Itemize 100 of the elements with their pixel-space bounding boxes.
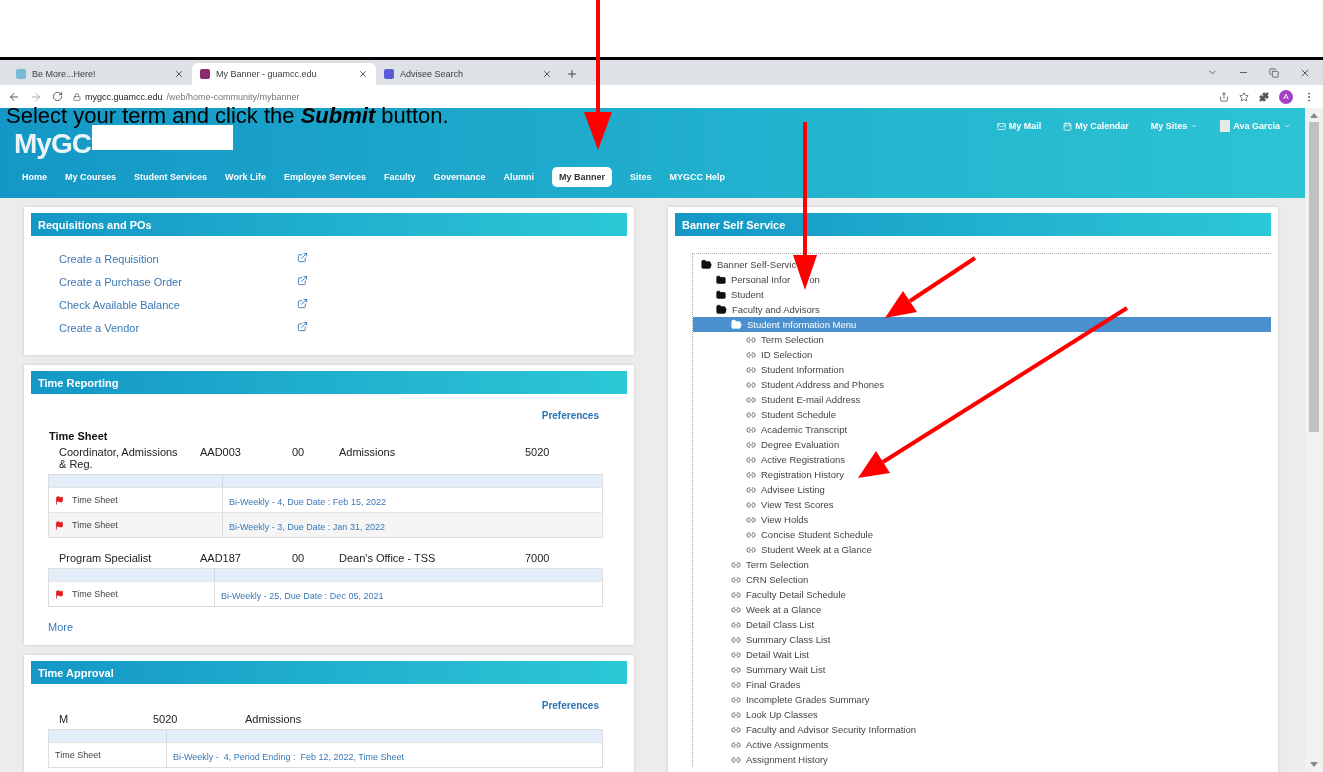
tree-label[interactable]: Concise Student Schedule xyxy=(761,529,873,540)
tree-row[interactable]: Detail Class List xyxy=(693,617,1271,632)
scroll-up-icon[interactable] xyxy=(1310,112,1318,118)
tree-row[interactable]: Look Up Classes xyxy=(693,707,1271,722)
period-link[interactable]: Bi-Weekly - 25, Due Date : Dec 05, 2021 xyxy=(215,591,384,601)
tree-row[interactable]: Academic Transcript xyxy=(693,422,1271,437)
nav-item[interactable]: My Banner xyxy=(552,167,613,187)
close-icon[interactable] xyxy=(542,69,552,79)
tree-row[interactable]: Student xyxy=(693,287,1271,302)
external-link-icon[interactable] xyxy=(297,298,308,309)
tree-label[interactable]: ID Selection xyxy=(761,349,813,360)
tree-row[interactable]: Faculty and Advisors xyxy=(693,302,1271,317)
tree-row[interactable]: Summary Wait List xyxy=(693,662,1271,677)
tree-row[interactable]: View Holds xyxy=(693,512,1271,527)
tree-row[interactable]: Final Grades xyxy=(693,677,1271,692)
scroll-thumb[interactable] xyxy=(1309,122,1319,432)
tree-label[interactable]: Look Up Classes xyxy=(746,709,818,720)
tree-row[interactable]: Detail Wait List xyxy=(693,647,1271,662)
tree-row[interactable]: Active Registrations xyxy=(693,452,1271,467)
tree-label[interactable]: Student Week at a Glance xyxy=(761,544,872,555)
browser-tab[interactable]: Advisee Search xyxy=(376,63,560,85)
requisition-link[interactable]: Create a Requisition xyxy=(59,252,297,267)
tree-label[interactable]: Student Address and Phones xyxy=(761,379,885,390)
close-icon[interactable] xyxy=(174,69,184,79)
tree-row[interactable]: Student Information xyxy=(693,362,1271,377)
preferences-link[interactable]: Preferences xyxy=(541,410,599,421)
scroll-down-icon[interactable] xyxy=(1310,762,1318,768)
external-link-icon[interactable] xyxy=(297,321,308,332)
puzzle-icon[interactable] xyxy=(1259,91,1269,102)
tree-row[interactable]: ID Selection xyxy=(693,347,1271,362)
tree-row[interactable]: Student Week at a Glance xyxy=(693,542,1271,557)
tree-row[interactable]: View Test Scores xyxy=(693,497,1271,512)
star-icon[interactable] xyxy=(1239,91,1249,102)
tree-label[interactable]: Personal Infor xyxy=(731,274,791,285)
tree-label[interactable]: Advisee Listing xyxy=(761,484,825,495)
tree-row[interactable]: Banner Self-Servic xyxy=(693,257,1271,272)
requisition-link[interactable]: Create a Purchase Order xyxy=(59,275,297,290)
tree-row[interactable]: Degree Evaluation xyxy=(693,437,1271,452)
requisition-link[interactable]: Create a Vendor xyxy=(59,321,297,336)
tree-row[interactable]: Assignment History xyxy=(693,752,1271,767)
period-link[interactable]: Bi-Weekly - 4, Period Ending : Feb 12, 2022, Time Sheet xyxy=(167,752,404,762)
new-tab-icon[interactable] xyxy=(566,68,578,80)
tree-label[interactable]: View Test Scores xyxy=(761,499,834,510)
tree-row[interactable]: Student Address and Phones xyxy=(693,377,1271,392)
period-link[interactable]: Bi-Weekly - 4, Due Date : Feb 15, 2022 xyxy=(223,497,386,507)
tree-label[interactable]: Student Schedule xyxy=(761,409,836,420)
external-link-icon[interactable] xyxy=(297,275,308,286)
tree-row[interactable]: Active Assignments xyxy=(693,737,1271,752)
tree-row[interactable]: Summary Class List xyxy=(693,632,1271,647)
tree-label[interactable]: View Holds xyxy=(761,514,809,525)
tree-row[interactable]: Concise Student Schedule xyxy=(693,527,1271,542)
tree-row[interactable]: Faculty and Advisor Security Information xyxy=(693,722,1271,737)
tree-row[interactable]: Faculty Detail Schedule xyxy=(693,587,1271,602)
tree-label[interactable]: Faculty Detail Schedule xyxy=(746,589,846,600)
tree-row[interactable]: Student Schedule xyxy=(693,407,1271,422)
address-field[interactable]: mygcc.guamcc.edu /web/home-community/mybanner xyxy=(73,87,1209,106)
tree-row[interactable]: CRN Selection xyxy=(693,572,1271,587)
browser-tab[interactable]: Be More...Here! xyxy=(8,63,192,85)
tree-label[interactable]: Week at a Glance xyxy=(746,604,822,615)
back-icon[interactable] xyxy=(8,90,20,103)
tree-label[interactable]: Registration History xyxy=(761,469,844,480)
tree-label[interactable]: Student Information xyxy=(761,364,844,375)
tree-row[interactable]: Advisee Listing xyxy=(693,482,1271,497)
tree-label[interactable]: Assignment History xyxy=(746,754,828,765)
tree-label[interactable]: Term Selection xyxy=(746,559,809,570)
tree-label[interactable]: Term Selection xyxy=(761,334,824,345)
share-icon[interactable] xyxy=(1219,91,1229,102)
tree-label[interactable]: CRN Selection xyxy=(746,574,809,585)
tree-label[interactable]: Detail Class List xyxy=(746,619,815,630)
tree-label[interactable]: Final Grades xyxy=(746,679,801,690)
reload-icon[interactable] xyxy=(52,91,63,102)
restore-icon[interactable] xyxy=(1269,67,1279,78)
tree-label[interactable]: Active Assignments xyxy=(746,739,829,750)
tree-label[interactable]: Degree Evaluation xyxy=(761,439,840,450)
tree-label[interactable]: Active Registrations xyxy=(761,454,845,465)
tree-row[interactable]: Personal Infor on xyxy=(693,272,1271,287)
tree-label[interactable]: Faculty and Advisors xyxy=(732,304,820,315)
tree-label[interactable]: Summary Class List xyxy=(746,634,831,645)
requisition-link[interactable]: Check Available Balance xyxy=(59,298,297,313)
tree-label[interactable]: Incomplete Grades Summary xyxy=(746,694,870,705)
tree-row[interactable]: Week at a Glance xyxy=(693,602,1271,617)
preferences-link[interactable]: Preferences xyxy=(541,700,599,711)
tree-row[interactable]: Registration History xyxy=(693,467,1271,482)
tree-label[interactable]: Academic Transcript xyxy=(761,424,848,435)
external-link-icon[interactable] xyxy=(297,252,308,263)
scrollbar[interactable] xyxy=(1305,108,1323,772)
tree-row[interactable]: Term Selection xyxy=(693,332,1271,347)
tree-label[interactable]: Banner Self-Servic xyxy=(717,259,797,270)
close-icon[interactable] xyxy=(358,69,368,79)
tree-row[interactable]: Incomplete Grades Summary xyxy=(693,692,1271,707)
tree-label[interactable]: Summary Wait List xyxy=(746,664,826,675)
period-link[interactable]: Bi-Weekly - 3, Due Date : Jan 31, 2022 xyxy=(223,522,385,532)
more-link[interactable]: More xyxy=(48,621,627,633)
tree-row[interactable]: Student E-mail Address xyxy=(693,392,1271,407)
tree-label[interactable]: Student xyxy=(731,289,764,300)
browser-tab[interactable]: My Banner - guamcc.edu xyxy=(192,63,376,85)
tree-row[interactable]: Term Selection xyxy=(693,557,1271,572)
tree-label-tail[interactable]: on xyxy=(809,274,820,285)
tree-label[interactable]: Student E-mail Address xyxy=(761,394,861,405)
profile-avatar[interactable]: A xyxy=(1279,89,1293,104)
